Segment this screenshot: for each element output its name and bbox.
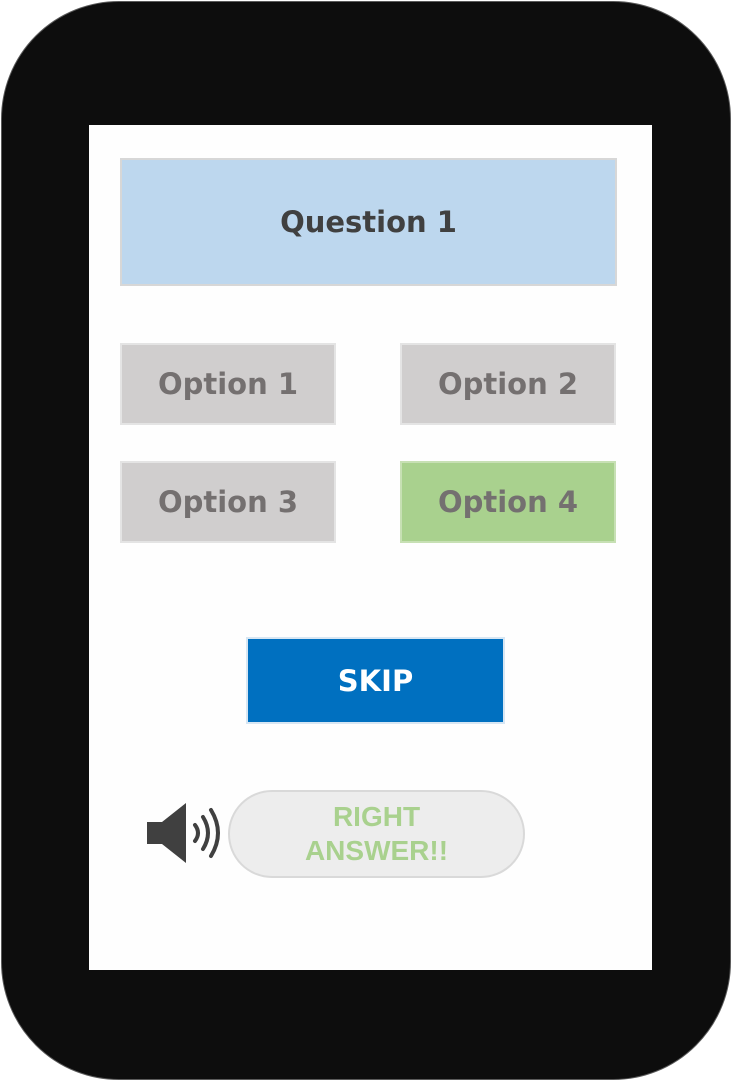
- phone-frame: Question 1 Option 1 Option 2 Option 3 Op…: [1, 1, 731, 1080]
- speaker-icon[interactable]: [145, 802, 221, 864]
- option-2-button[interactable]: Option 2: [400, 343, 616, 425]
- option-3-label: Option 3: [157, 485, 299, 519]
- option-4-label: Option 4: [437, 485, 579, 519]
- feedback-message: RIGHT ANSWER!!: [304, 801, 449, 866]
- feedback-badge: RIGHT ANSWER!!: [228, 790, 525, 878]
- option-3-button[interactable]: Option 3: [120, 461, 336, 543]
- quiz-screen: Question 1 Option 1 Option 2 Option 3 Op…: [89, 125, 652, 970]
- skip-label: SKIP: [337, 663, 414, 698]
- option-4-button[interactable]: Option 4: [400, 461, 616, 543]
- option-2-label: Option 2: [437, 367, 579, 401]
- option-1-label: Option 1: [157, 367, 299, 401]
- option-1-button[interactable]: Option 1: [120, 343, 336, 425]
- question-label: Question 1: [280, 205, 457, 239]
- question-box: Question 1: [120, 158, 617, 286]
- skip-button[interactable]: SKIP: [246, 637, 505, 724]
